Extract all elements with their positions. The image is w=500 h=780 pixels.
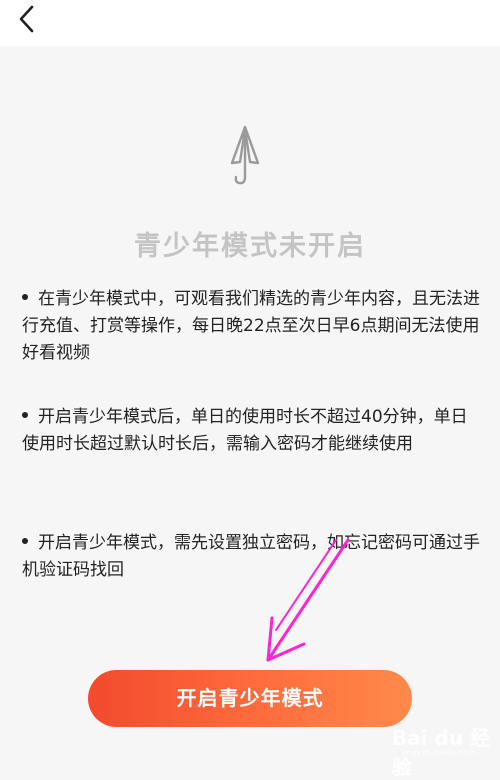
bullet-dot	[22, 538, 28, 544]
info-item-text: 开启青少年模式，需先设置独立密码，如忘记密码可通过手机验证码找回	[22, 533, 480, 580]
status-title: 青少年模式未开启	[134, 231, 366, 262]
bullet-dot	[22, 294, 28, 300]
top-bar	[0, 0, 500, 46]
baidu-watermark: Bai du 经验 jingyan.baidu.com	[392, 722, 496, 779]
bullet-dot	[22, 412, 28, 418]
info-item-text: 在青少年模式中，可观看我们精选的青少年内容，且无法进行充值、打赏等操作，每日晚2…	[22, 289, 480, 363]
info-item-text: 开启青少年模式后，单日的使用时长不超过40分钟，单日使用时长超过默认时长后，需输…	[22, 407, 468, 454]
info-item: 开启青少年模式后，单日的使用时长不超过40分钟，单日使用时长超过默认时长后，需输…	[22, 404, 482, 458]
info-item: 开启青少年模式，需先设置独立密码，如忘记密码可通过手机验证码找回	[22, 530, 482, 584]
umbrella-icon	[230, 125, 260, 185]
back-button[interactable]	[12, 4, 42, 34]
watermark-url: jingyan.baidu.com	[402, 748, 476, 757]
info-item: 在青少年模式中，可观看我们精选的青少年内容，且无法进行充值、打赏等操作，每日晚2…	[22, 286, 482, 367]
chevron-left-icon	[19, 5, 34, 33]
enable-youth-mode-button[interactable]: 开启青少年模式	[88, 670, 412, 727]
